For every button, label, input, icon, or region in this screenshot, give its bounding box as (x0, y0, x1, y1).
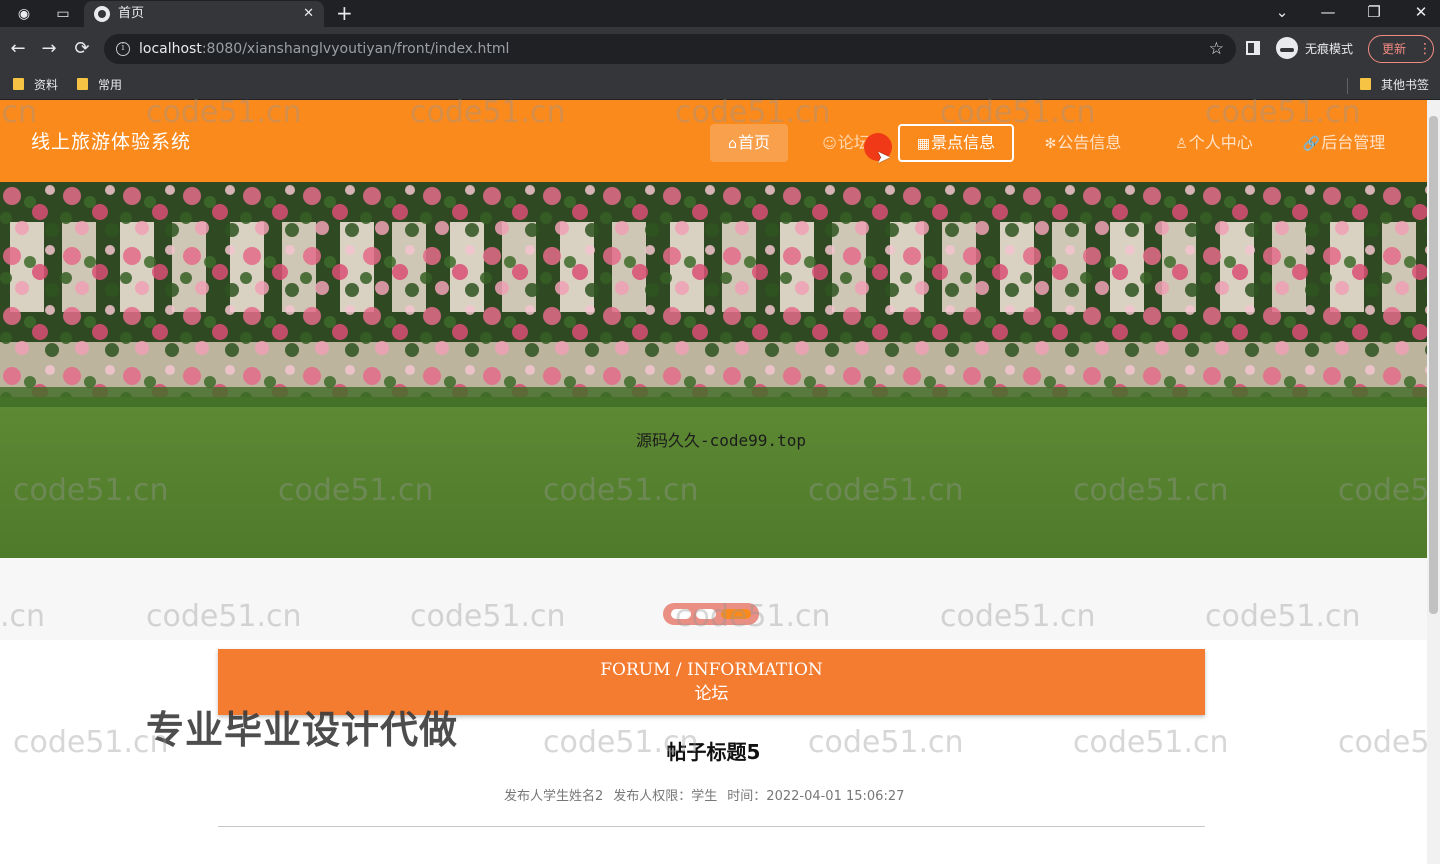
other-bookmarks-label: 其他书签 (1381, 78, 1430, 92)
folder-icon (13, 78, 24, 90)
carousel-controls (0, 558, 1427, 640)
post-time: 时间：2022-04-01 15:06:27 (727, 789, 905, 804)
tab-title: 首页 (118, 6, 145, 21)
bookmark-folder-ziliao[interactable]: 资料 (13, 77, 58, 94)
restore-icon[interactable]: ❐ (1361, 2, 1387, 22)
nav-label: 景点信息 (931, 133, 996, 152)
tab-list-icon[interactable]: ⌄ (1269, 2, 1295, 22)
user-icon: ♙ (1175, 136, 1188, 152)
rose-wall-picture (0, 182, 1427, 558)
browser-toolbar: ← → ⟳ i localhost:8080/xianshanglvyoutiy… (0, 27, 1440, 71)
bookmark-folder-changyong[interactable]: 常用 (77, 77, 122, 94)
folder-icon (1360, 78, 1371, 90)
scrollbar-thumb[interactable] (1429, 116, 1438, 614)
minimize-icon[interactable]: — (1315, 2, 1341, 22)
reload-button[interactable]: ⟳ (70, 37, 94, 61)
url-host: localhost (139, 41, 202, 57)
nav-notices[interactable]: ✻公告信息 (1036, 124, 1130, 162)
grid-icon: ▦ (916, 136, 931, 152)
post-author: 发布人学生姓名2 (504, 789, 604, 804)
bookmark-star-icon[interactable]: ☆ (1209, 39, 1224, 59)
carousel-dot[interactable] (671, 609, 691, 619)
update-label: 更新 (1382, 42, 1407, 56)
browser-menu-icon[interactable]: ◉ (15, 5, 33, 23)
side-panel-icon[interactable] (1246, 41, 1260, 55)
bookmarks-bar: 资料 常用 其他书签 (0, 71, 1440, 100)
site-info-icon[interactable]: i (116, 42, 130, 56)
nav-attractions[interactable]: ▦景点信息 (898, 124, 1014, 162)
section-title-en: FORUM / INFORMATION (600, 660, 823, 680)
nav-label: 公告信息 (1057, 133, 1122, 152)
nav-profile[interactable]: ♙个人中心 (1166, 124, 1262, 162)
promo-overlay-text: 专业毕业设计代做 (146, 708, 459, 752)
chat-icon: ☺ (822, 136, 837, 152)
tab-search-icon[interactable]: ▭ (54, 5, 72, 23)
banner-image[interactable]: 源码久久-code99.top (0, 182, 1427, 558)
new-tab-button[interactable]: + (336, 2, 353, 24)
globe-icon (94, 6, 110, 22)
carousel-dot-active[interactable] (721, 609, 751, 619)
nav-label: 首页 (737, 133, 770, 152)
link-icon: 🔗 (1302, 136, 1321, 152)
url-path: :8080/xianshanglvyoutiyan/front/index.ht… (201, 41, 510, 57)
section-title-zh: 论坛 (694, 684, 729, 704)
address-bar[interactable]: i localhost:8080/xianshanglvyoutiyan/fro… (104, 34, 1236, 64)
divider (218, 826, 1205, 827)
url-text[interactable]: localhost:8080/xianshanglvyoutiyan/front… (139, 40, 509, 58)
page-scrollbar[interactable] (1427, 100, 1440, 864)
snowflake-icon: ✻ (1044, 136, 1057, 152)
bookmark-label: 资料 (34, 78, 59, 92)
forward-button[interactable]: → (37, 37, 61, 61)
post-role: 发布人权限：学生 (613, 789, 718, 804)
carousel-indicator (663, 603, 759, 625)
close-tab-icon[interactable]: ✕ (303, 5, 314, 23)
nav-label: 个人中心 (1188, 133, 1253, 152)
more-menu-icon[interactable]: ⋮ (1418, 40, 1432, 58)
back-button[interactable]: ← (6, 37, 30, 61)
incognito-label: 无痕模式 (1305, 42, 1354, 56)
post-meta: 发布人学生姓名2 发布人权限：学生 时间：2022-04-01 15:06:27 (504, 788, 914, 806)
close-window-icon[interactable]: ✕ (1408, 2, 1434, 22)
browser-titlebar: ◉ ▭ 首页 ✕ + ⌄ — ❐ ✕ (0, 0, 1440, 27)
home-icon: ⌂ (728, 136, 737, 152)
browser-tab[interactable]: 首页 ✕ (84, 1, 324, 27)
bookmark-label: 常用 (98, 78, 123, 92)
folder-icon (77, 78, 88, 90)
banner-caption: 源码久久-code99.top (636, 431, 806, 450)
other-bookmarks[interactable]: 其他书签 (1360, 77, 1429, 94)
site-title: 线上旅游体验系统 (31, 131, 192, 153)
page-viewport: 线上旅游体验系统 ⌂首页 ☺ 论坛 ▦景点信息 ✻公告信息 ♙个人中心 🔗后台管理… (0, 100, 1440, 864)
nav-admin[interactable]: 🔗后台管理 (1296, 124, 1392, 162)
site-header: 线上旅游体验系统 ⌂首页 ☺论坛 ▦景点信息 ✻公告信息 ♙个人中心 🔗后台管理… (0, 100, 1427, 182)
carousel-dot[interactable] (696, 609, 716, 619)
mouse-cursor-icon: ➤ (876, 147, 892, 168)
incognito-icon[interactable] (1276, 37, 1298, 59)
nav-label: 后台管理 (1321, 133, 1386, 152)
bookmark-separator (1347, 78, 1348, 94)
update-button[interactable]: 更新 ⋮ (1368, 35, 1434, 63)
nav-home[interactable]: ⌂首页 (710, 124, 788, 162)
